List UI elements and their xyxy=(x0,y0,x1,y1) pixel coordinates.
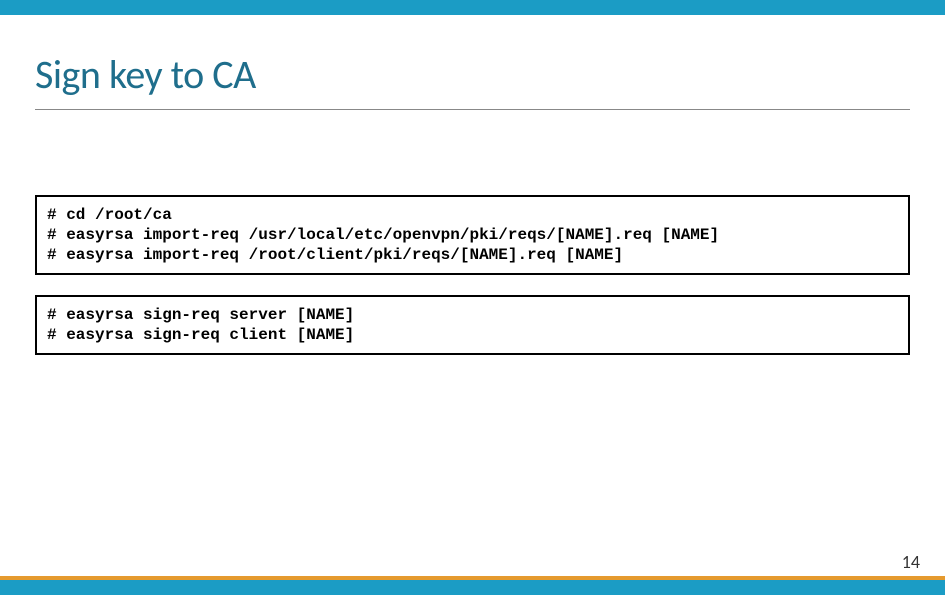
page-number: 14 xyxy=(902,551,920,573)
top-accent-bar xyxy=(0,0,945,15)
code-block-import: # cd /root/ca # easyrsa import-req /usr/… xyxy=(35,195,910,275)
bottom-accent-bar xyxy=(0,580,945,595)
slide-content: Sign key to CA # cd /root/ca # easyrsa i… xyxy=(0,15,945,355)
title-underline xyxy=(35,109,910,110)
code-block-sign: # easyrsa sign-req server [NAME] # easyr… xyxy=(35,295,910,355)
slide-title: Sign key to CA xyxy=(35,50,910,99)
